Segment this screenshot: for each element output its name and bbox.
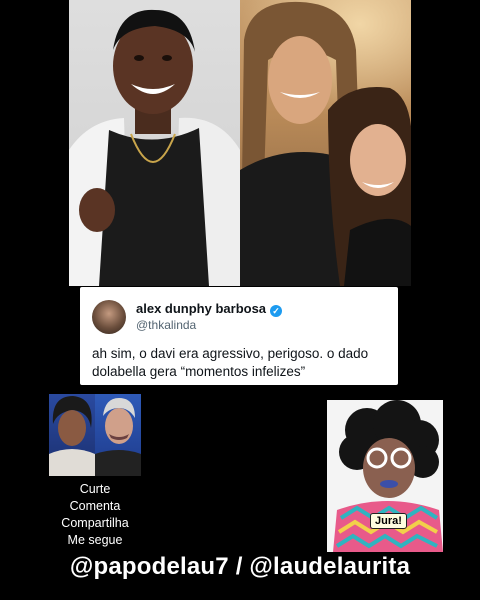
video-frame: alex dunphy barbosa ✓ @thkalinda ah sim, … bbox=[0, 0, 480, 600]
curly-hair-character-image bbox=[327, 400, 443, 552]
right-photo bbox=[240, 0, 411, 286]
couple-photo bbox=[240, 1, 411, 286]
social-handles: @papodelau7 / @laudelaurita bbox=[69, 553, 411, 580]
tweet-avatar[interactable] bbox=[92, 300, 126, 334]
photo-collage bbox=[69, 0, 411, 286]
left-photo bbox=[69, 0, 240, 286]
cta-line-comment: Comenta bbox=[69, 499, 121, 513]
tweet-text: ah sim, o davi era agressivo, perigoso. … bbox=[92, 346, 369, 379]
host-left-image bbox=[49, 396, 95, 476]
tweet-author-handle[interactable]: @thkalinda bbox=[136, 318, 196, 332]
hosts-photo bbox=[49, 394, 141, 476]
character-photo bbox=[327, 400, 443, 552]
jura-sticker: Jura! bbox=[370, 513, 407, 529]
call-to-action: Curte Comenta Compartilha Me segue bbox=[40, 481, 150, 549]
cta-line-share: Compartilha bbox=[61, 516, 129, 530]
tweet-author-name[interactable]: alex dunphy barbosa ✓ bbox=[136, 301, 283, 317]
cta-line-like: Curte bbox=[79, 482, 111, 496]
smiling-man-photo bbox=[69, 9, 240, 286]
tweet-author-name-text: alex dunphy barbosa bbox=[136, 301, 267, 316]
tweet-card[interactable]: alex dunphy barbosa ✓ @thkalinda ah sim, … bbox=[80, 287, 398, 385]
cta-line-follow: Me segue bbox=[67, 533, 123, 547]
verified-badge-icon: ✓ bbox=[270, 305, 283, 317]
host-right-image bbox=[95, 398, 141, 476]
